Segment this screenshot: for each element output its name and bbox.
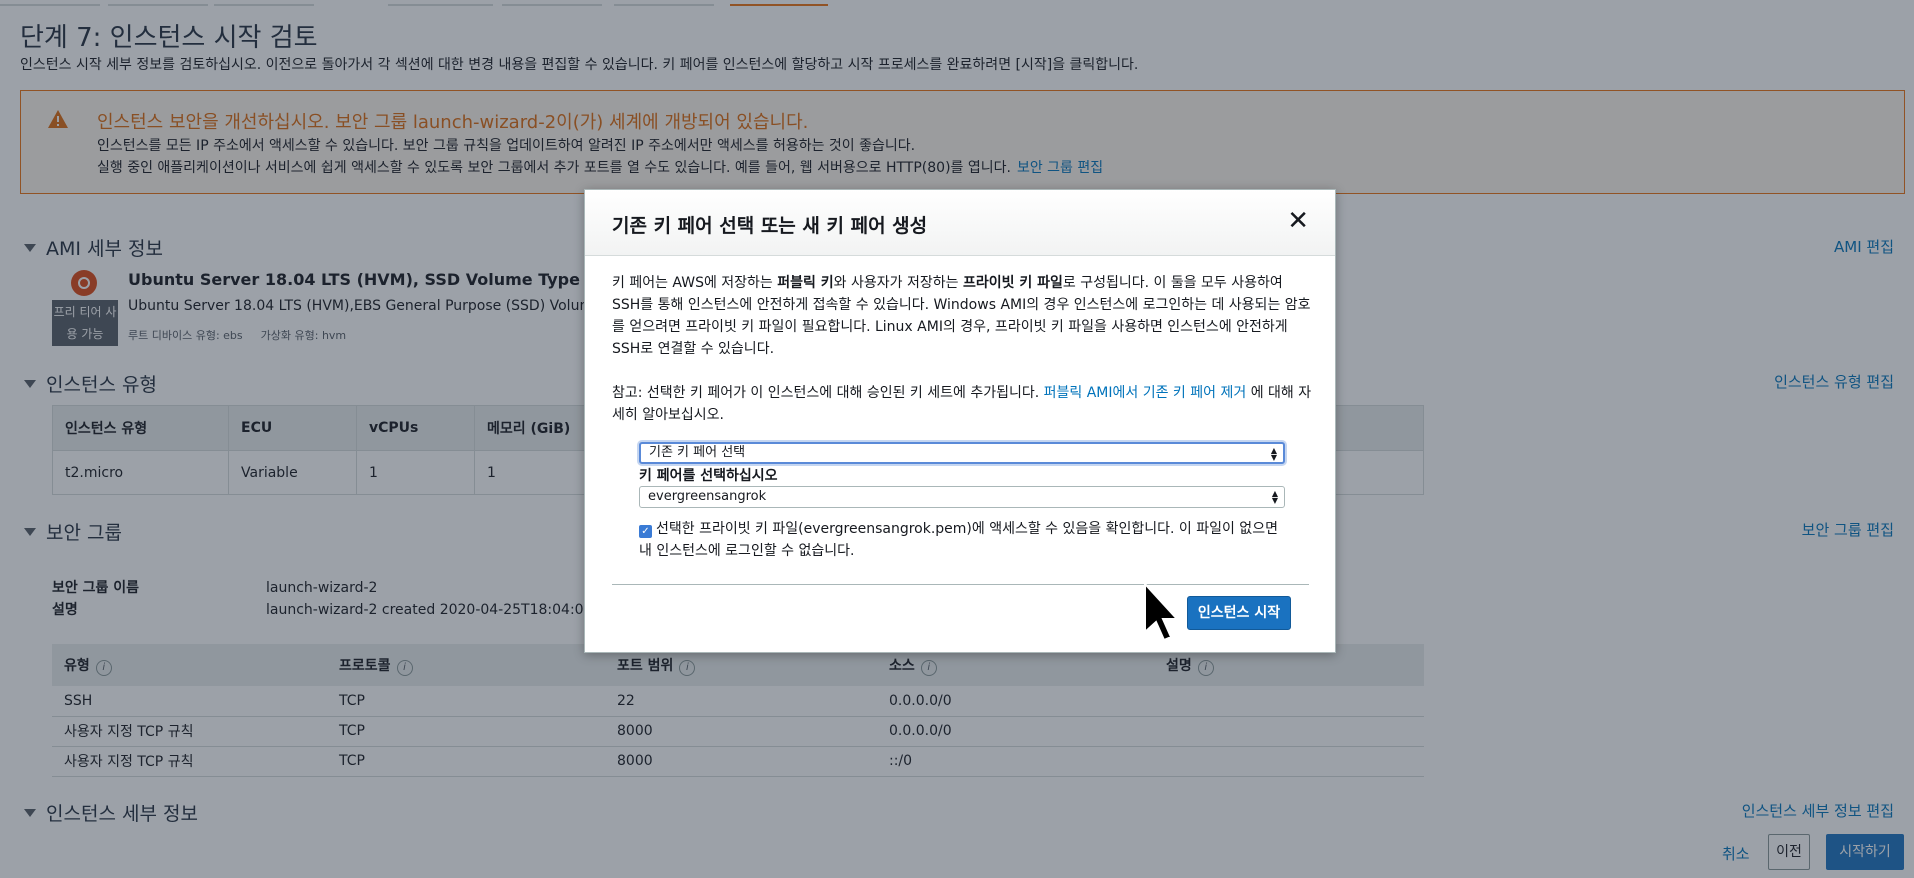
text: 와 사용자가 저장하는 [833,275,963,291]
acknowledge-text: 선택한 프라이빗 키 파일(evergreensangrok.pem)에 액세스… [639,521,1278,559]
text-bold: 프라이빗 키 파일 [962,275,1063,291]
dialog-divider [612,584,1309,585]
select-arrows-icon: ▲ ▼ [1271,489,1278,505]
acknowledge-row: ✓ 선택한 프라이빗 키 파일(evergreensangrok.pem)에 액세… [639,518,1285,562]
text: 참고: 선택한 키 페어가 이 인스턴스에 대해 승인된 키 세트에 추가됩니다… [612,385,1044,401]
text-bold: 퍼블릭 키 [777,275,834,291]
key-pair-explanation: 키 페어는 AWS에 저장하는 퍼블릭 키와 사용자가 저장하는 프라이빗 키 … [612,272,1312,360]
dialog-title: 기존 키 페어 선택 또는 새 키 페어 생성 [612,215,928,237]
close-icon[interactable]: ✕ [1287,206,1309,236]
select-value: 기존 키 페어 선택 [649,445,746,460]
mouse-cursor-icon [1144,582,1179,642]
acknowledge-checkbox[interactable]: ✓ [639,525,652,538]
dialog-header: 기존 키 페어 선택 또는 새 키 페어 생성 ✕ [585,190,1335,256]
key-pair-note: 참고: 선택한 키 페어가 이 인스턴스에 대해 승인된 키 세트에 추가됩니다… [612,382,1312,426]
dialog-body: 키 페어는 AWS에 저장하는 퍼블릭 키와 사용자가 저장하는 프라이빗 키 … [612,272,1312,426]
key-pair-dialog: 기존 키 페어 선택 또는 새 키 페어 생성 ✕ 키 페어는 AWS에 저장하… [584,189,1336,653]
key-pair-label: 키 페어를 선택하십시오 [639,468,778,484]
text: 키 페어는 AWS에 저장하는 [612,275,778,291]
launch-instance-button[interactable]: 인스턴스 시작 [1187,596,1291,630]
remove-key-pair-link[interactable]: 퍼블릭 AMI에서 기존 키 페어 제거 [1044,385,1247,401]
select-value: evergreensangrok [648,489,767,504]
select-arrows-icon: ▲ ▼ [1270,446,1277,462]
key-pair-select[interactable]: evergreensangrok ▲ ▼ [639,486,1285,508]
key-pair-mode-select[interactable]: 기존 키 페어 선택 ▲ ▼ [639,442,1285,464]
